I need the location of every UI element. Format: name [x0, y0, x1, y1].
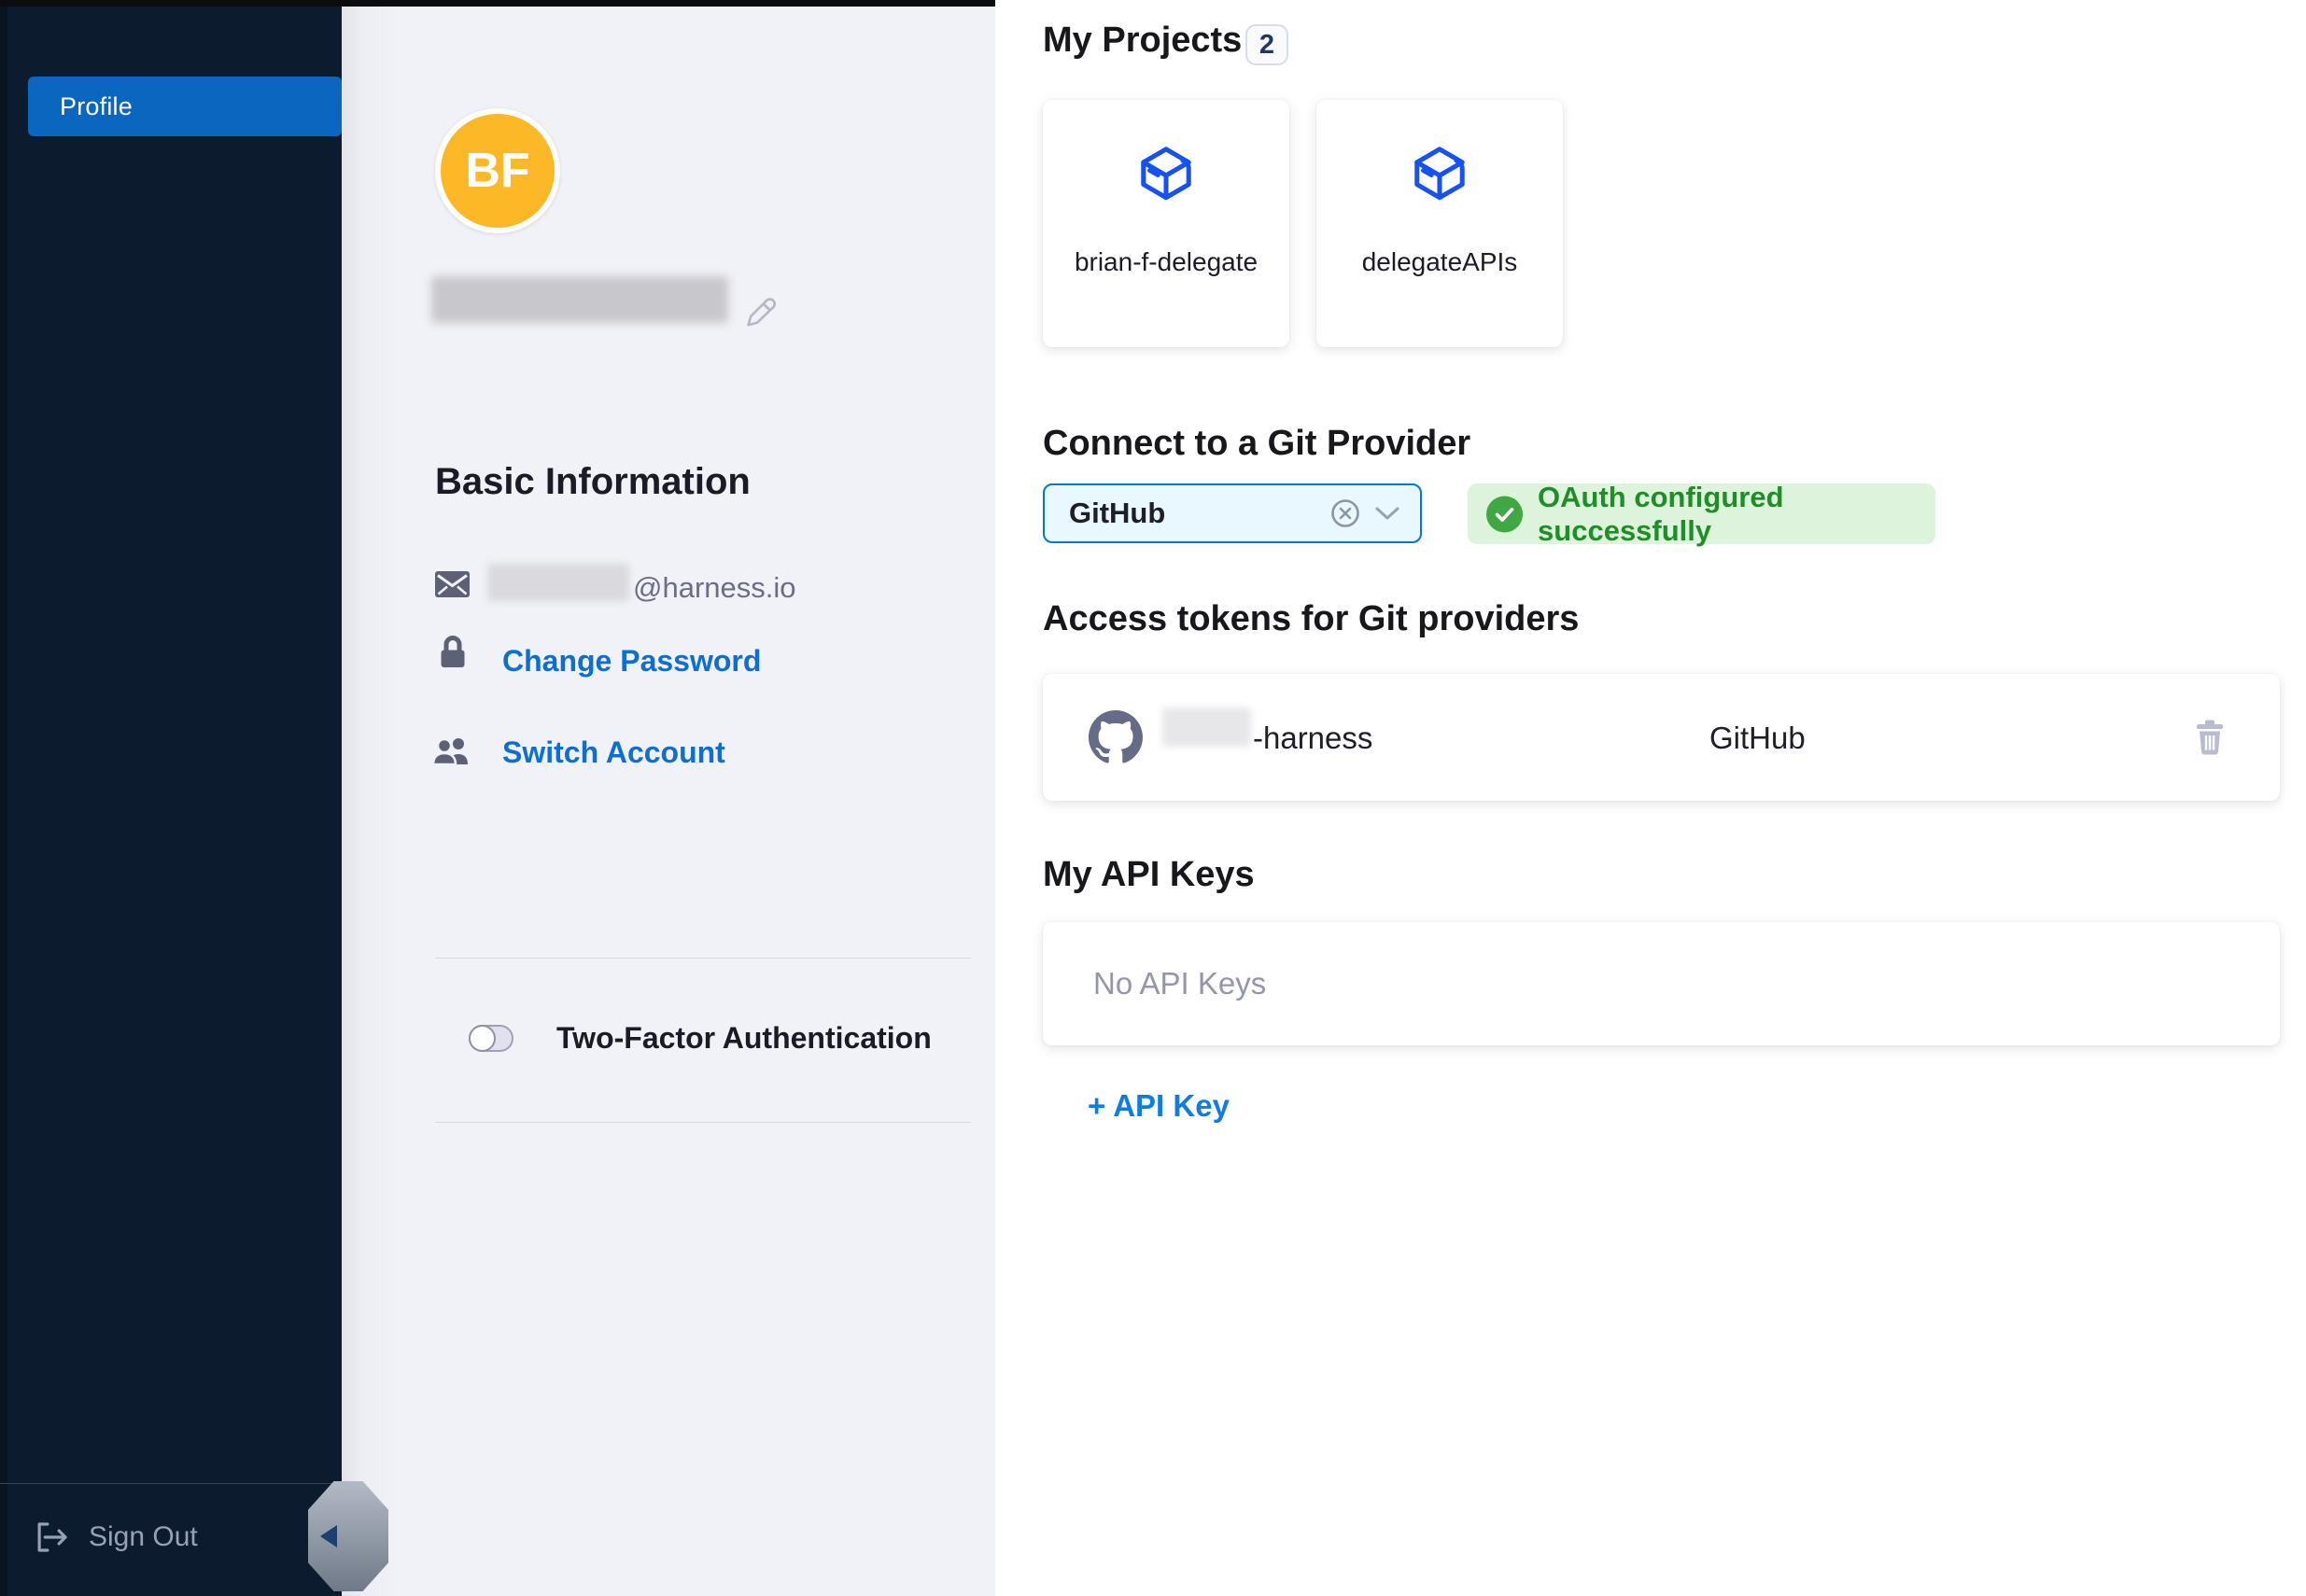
add-api-key-button[interactable]: + API Key	[1088, 1088, 1230, 1124]
sidebar-item-label: Profile	[28, 92, 133, 121]
project-card-brian-f-delegate[interactable]: brian-f-delegate	[1043, 100, 1289, 347]
collapse-icon	[320, 1525, 337, 1547]
project-card-delegateAPIs[interactable]: delegateAPIs	[1316, 100, 1563, 347]
sign-out-label: Sign Out	[89, 1521, 198, 1553]
my-projects-title: My Projects	[1043, 21, 1242, 61]
project-icon	[1411, 145, 1469, 203]
lock-icon	[439, 635, 467, 674]
email-icon	[435, 571, 470, 602]
access-token-row: -harness GitHub	[1043, 674, 2280, 801]
project-icon	[1137, 145, 1195, 203]
avatar: BF	[435, 108, 560, 233]
sidebar-divider	[0, 1483, 342, 1484]
git-provider-select[interactable]: GitHub	[1043, 483, 1422, 543]
email-domain: @harness.io	[633, 571, 796, 605]
change-password-link[interactable]: Change Password	[502, 644, 761, 679]
delete-token-button[interactable]	[2195, 719, 2225, 760]
basic-information-title: Basic Information	[435, 461, 751, 503]
api-keys-empty-text: No API Keys	[1093, 966, 1266, 1001]
sign-out-button[interactable]: Sign Out	[34, 1519, 198, 1556]
sidebar-collapse-handle[interactable]	[308, 1481, 388, 1591]
email-user-redacted	[487, 564, 629, 601]
token-username-suffix: -harness	[1253, 721, 1372, 756]
toggle-knob	[469, 1025, 496, 1052]
oauth-status-text: OAuth configured successfully	[1538, 481, 1935, 548]
user-name-redacted	[431, 276, 728, 323]
token-username-redacted	[1162, 707, 1251, 747]
api-keys-title: My API Keys	[1043, 855, 1255, 895]
git-provider-selected-value: GitHub	[1045, 497, 1330, 530]
clear-icon[interactable]	[1330, 498, 1360, 528]
panel-divider-top	[435, 958, 971, 959]
oauth-status-badge: OAuth configured successfully	[1468, 483, 1935, 544]
api-keys-empty-card: No API Keys	[1043, 922, 2280, 1045]
sidebar: Profile Sign Out	[0, 7, 342, 1596]
two-factor-label: Two-Factor Authentication	[556, 1023, 932, 1053]
access-tokens-title: Access tokens for Git providers	[1043, 599, 1579, 639]
avatar-initials: BF	[465, 143, 529, 199]
project-name: brian-f-delegate	[1043, 247, 1289, 277]
success-icon	[1486, 495, 1523, 534]
delete-icon	[2195, 719, 2225, 755]
edit-name-button[interactable]	[741, 293, 777, 333]
top-strip	[0, 0, 995, 7]
sidebar-item-profile[interactable]: Profile	[28, 77, 342, 136]
chevron-down-icon	[1375, 506, 1399, 521]
git-provider-title: Connect to a Git Provider	[1043, 424, 1470, 464]
edit-icon	[741, 293, 777, 329]
switch-account-link[interactable]: Switch Account	[502, 735, 725, 770]
token-provider: GitHub	[1709, 721, 1806, 756]
projects-count-badge: 2	[1245, 24, 1288, 65]
sign-out-icon	[34, 1519, 73, 1556]
switch-account-icon	[431, 735, 472, 770]
project-name: delegateAPIs	[1316, 247, 1563, 277]
two-factor-toggle[interactable]	[469, 1025, 513, 1052]
user-profile-page: Profile Sign Out BF Basic Information	[0, 0, 2306, 1596]
panel-divider-bottom	[435, 1122, 971, 1123]
profile-panel	[342, 7, 995, 1596]
github-icon	[1089, 710, 1143, 764]
